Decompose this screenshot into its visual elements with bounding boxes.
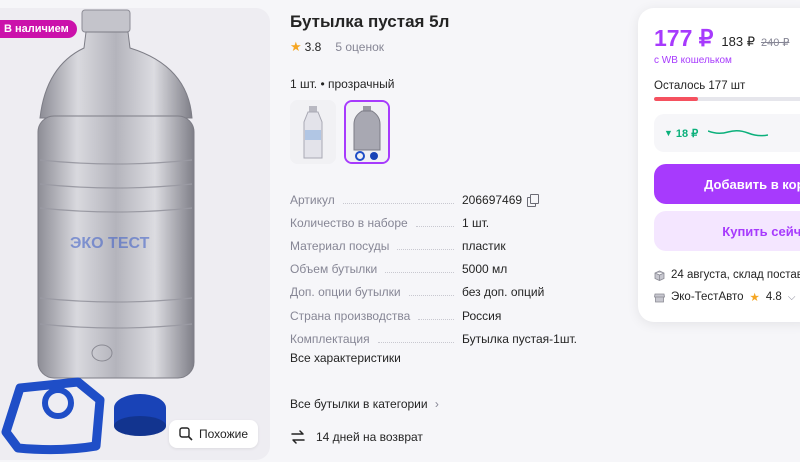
category-link-label: Все бутылки в категории xyxy=(290,397,428,411)
spec-row: Количество в наборе 1 шт. xyxy=(290,211,610,234)
spec-row: Материал посуды пластик xyxy=(290,234,610,257)
spec-row: Доп. опции бутылки без доп. опций xyxy=(290,281,610,304)
delivery-text: 24 августа, склад поставщика xyxy=(671,269,800,281)
price-trend-sparkline xyxy=(708,129,769,137)
watermark-logo: ЭКО ТЕСТ xyxy=(70,235,150,252)
spec-label: Количество в наборе xyxy=(290,215,408,230)
similar-button[interactable]: Похожие xyxy=(169,420,258,448)
spec-label: Доп. опции бутылки xyxy=(290,285,401,300)
thumbnail-bottle-image xyxy=(290,100,336,164)
availability-badge: В наличием xyxy=(0,20,77,38)
variant-thumbnails xyxy=(290,100,390,164)
return-label: 14 дней на возврат xyxy=(316,430,423,444)
seller-name: Эко-ТестАвто xyxy=(671,291,744,303)
spec-label: Объем бутылки xyxy=(290,262,378,277)
return-policy[interactable]: 14 дней на возврат xyxy=(290,430,423,444)
spec-label: Материал посуды xyxy=(290,238,390,253)
star-icon: ★ xyxy=(749,292,760,304)
old-price: 240 ₽ xyxy=(760,37,790,49)
variant-label: 1 шт. • прозрачный xyxy=(290,77,395,91)
spec-label: Комплектация xyxy=(290,331,370,346)
spec-label: Артикул xyxy=(290,192,335,207)
search-similar-icon xyxy=(179,427,193,441)
spec-row-article: Артикул 206697469 xyxy=(290,188,610,211)
thumbnail-bottle-image xyxy=(346,102,388,162)
product-info: Бутылка пустая 5л ★ 3.8 5 оценок 1 шт. •… xyxy=(290,0,620,462)
regular-price: 183 ₽ xyxy=(721,34,755,49)
box-icon xyxy=(654,270,665,281)
category-link[interactable]: Все бутылки в категории › xyxy=(290,397,439,411)
price-trend-value: ▼ 18 ₽ xyxy=(664,127,698,140)
copy-icon[interactable] xyxy=(527,193,540,207)
spec-row: Объем бутылки 5000 мл xyxy=(290,258,610,281)
price-trend-amount: 18 ₽ xyxy=(675,127,699,140)
spec-value: 206697469 xyxy=(462,192,523,207)
product-title: Бутылка пустая 5л xyxy=(290,12,450,31)
price-card: 177 ₽ 183 ₽ 240 ₽ с WB кошельком Осталос… xyxy=(638,8,800,322)
rating-row[interactable]: ★ 3.8 5 оценок xyxy=(290,39,384,55)
star-icon: ★ xyxy=(290,39,302,54)
return-arrows-icon xyxy=(291,430,305,444)
triangle-down-icon: ▼ xyxy=(664,128,673,138)
reviews-link[interactable]: 5 оценок xyxy=(335,40,384,54)
shop-icon xyxy=(654,293,665,302)
spec-value: без доп. опций xyxy=(462,285,545,300)
product-main-photo[interactable]: ЭКО ТЕСТ xyxy=(0,8,270,460)
spec-value: пластик xyxy=(462,238,506,253)
seller-info[interactable]: Эко-ТестАвто ★ 4.8 ⌵ xyxy=(654,290,795,304)
add-to-cart-button[interactable]: Добавить в корзину xyxy=(654,164,800,204)
seller-rating: 4.8 xyxy=(765,291,782,303)
spec-value: 1 шт. xyxy=(462,215,490,230)
buy-now-button[interactable]: Купить сейчас xyxy=(654,211,800,251)
spec-row: Комплектация Бутылка пустая-1шт. xyxy=(290,327,610,350)
spec-value: Россия xyxy=(462,308,502,323)
wallet-price: 177 ₽ xyxy=(654,25,714,51)
chevron-down-icon: ⌵ xyxy=(787,291,796,303)
specs-table: Артикул 206697469 Количество в наборе 1 … xyxy=(290,188,610,350)
spec-label: Страна производства xyxy=(290,308,411,323)
spec-value: Бутылка пустая-1шт. xyxy=(462,331,577,346)
all-specs-link[interactable]: Все характеристики xyxy=(290,351,401,365)
rating-value: 3.8 xyxy=(304,40,322,54)
chevron-right-icon: › xyxy=(434,397,439,411)
product-gallery: ЭКО ТЕСТ В наличием Похожие xyxy=(0,8,270,460)
stock-text: Осталось 177 шт xyxy=(654,80,746,92)
stock-bar xyxy=(654,97,800,101)
spec-row: Страна производства Россия xyxy=(290,304,610,327)
thumbnail-variant-1[interactable] xyxy=(290,100,336,164)
price-row: 177 ₽ 183 ₽ 240 ₽ xyxy=(654,25,789,52)
stock-bar-fill xyxy=(654,97,699,101)
price-trend[interactable]: ▼ 18 ₽ xyxy=(654,114,800,152)
thumbnail-variant-2[interactable] xyxy=(344,100,390,164)
spec-value: 5000 мл xyxy=(462,262,508,277)
similar-label: Похожие xyxy=(199,427,248,441)
delivery-info: 24 августа, склад поставщика xyxy=(654,269,800,281)
wallet-note[interactable]: с WB кошельком xyxy=(654,55,732,66)
